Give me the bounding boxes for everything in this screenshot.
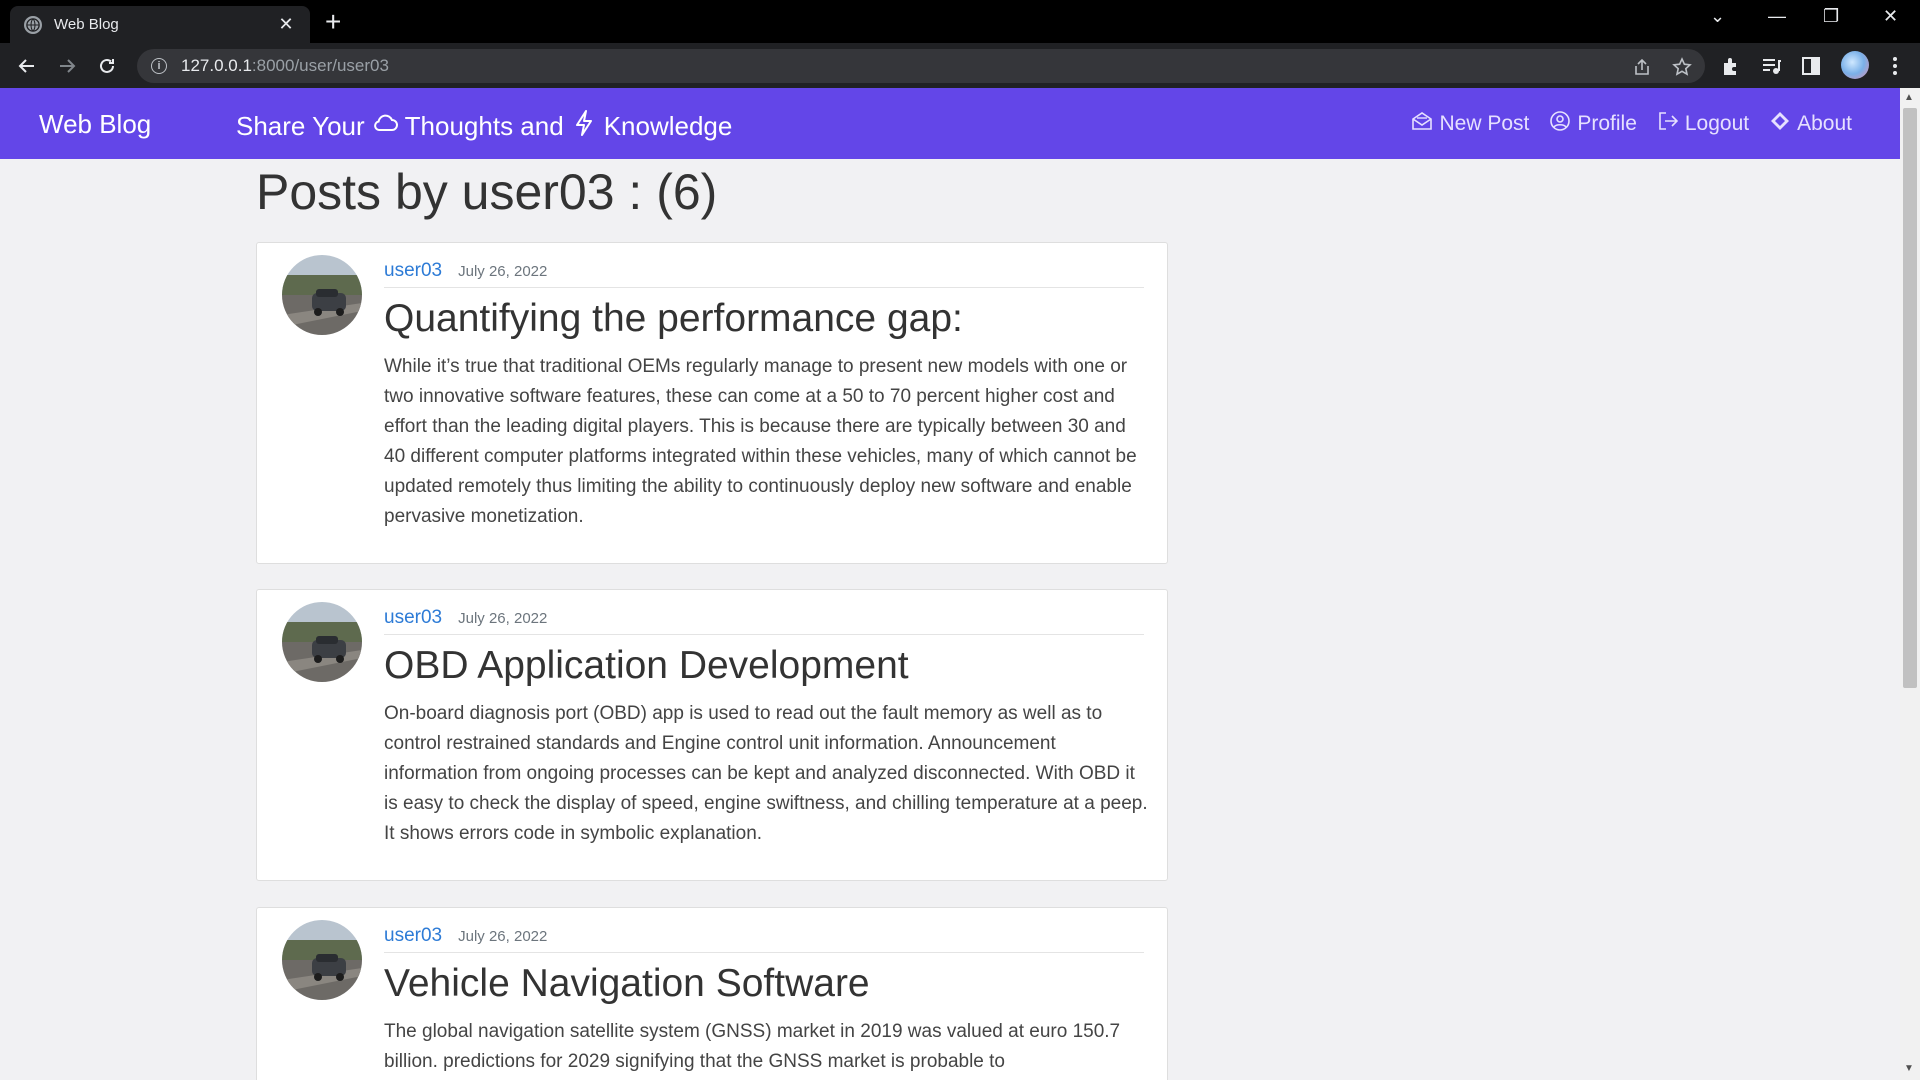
bookmark-star-icon[interactable] <box>1672 57 1692 82</box>
profile-link[interactable]: Profile <box>1549 110 1637 138</box>
browser-tab-strip: Web Blog ✕ + ⌄ — ❐ ✕ <box>0 0 1920 43</box>
tab-close-icon[interactable]: ✕ <box>276 14 296 35</box>
post-meta: user03 July 26, 2022 <box>384 607 1144 635</box>
browser-toolbar: i 127.0.0.1:8000/user/user03 <box>0 43 1920 88</box>
cloud-icon <box>371 109 399 144</box>
post-card: user03 July 26, 2022 OBD Application Dev… <box>256 589 1168 881</box>
nav-links: New Post Profile Logout About <box>1411 110 1852 138</box>
post-title-link[interactable]: OBD Application Development <box>384 644 909 688</box>
brand-link[interactable]: Web Blog <box>39 109 151 140</box>
page-scrollbar[interactable]: ▲ ▼ <box>1900 88 1920 1080</box>
globe-icon <box>24 15 42 34</box>
post-author-link[interactable]: user03 <box>384 607 442 629</box>
address-bar[interactable]: i 127.0.0.1:8000/user/user03 <box>137 49 1705 83</box>
about-link[interactable]: About <box>1769 110 1852 138</box>
post-date: July 26, 2022 <box>458 610 548 627</box>
media-control-icon[interactable] <box>1760 55 1782 82</box>
post-card: user03 July 26, 2022 Vehicle Navigation … <box>256 907 1168 1080</box>
logout-label: Logout <box>1684 112 1750 135</box>
site-info-icon[interactable]: i <box>151 58 167 74</box>
about-label: About <box>1797 112 1852 135</box>
scroll-down-icon[interactable]: ▼ <box>1904 1063 1914 1074</box>
post-body: The global navigation satellite system (… <box>384 1021 1121 1072</box>
forward-icon[interactable] <box>53 52 81 80</box>
new-post-link[interactable]: New Post <box>1411 110 1529 138</box>
browser-tab[interactable]: Web Blog ✕ <box>10 6 310 43</box>
page-title: Posts by user03 : (6) <box>256 164 718 220</box>
post-card: user03 July 26, 2022 Quantifying the per… <box>256 242 1168 564</box>
url-path: :8000/user/user03 <box>251 56 389 75</box>
profile-label: Profile <box>1577 112 1637 135</box>
post-meta: user03 July 26, 2022 <box>384 260 1144 288</box>
new-tab-icon[interactable]: + <box>325 8 341 36</box>
reload-icon[interactable] <box>93 52 121 80</box>
profile-avatar-icon[interactable] <box>1841 51 1869 79</box>
post-date: July 26, 2022 <box>458 263 548 280</box>
side-panel-icon[interactable] <box>1800 55 1822 82</box>
post-body: While it’s true that traditional OEMs re… <box>384 356 1137 527</box>
diamond-icon <box>1769 110 1791 138</box>
scroll-up-icon[interactable]: ▲ <box>1904 92 1914 103</box>
envelope-open-icon <box>1411 110 1433 138</box>
tagline-part3: Knowledge <box>603 111 733 141</box>
tab-search-icon[interactable]: ⌄ <box>1710 6 1725 27</box>
site-navbar: Web Blog Share Your Thoughts and Knowled… <box>0 88 1900 159</box>
window-close-icon[interactable]: ✕ <box>1883 6 1898 27</box>
author-avatar[interactable] <box>282 602 362 682</box>
new-post-label: New Post <box>1439 112 1530 135</box>
menu-kebab-icon[interactable] <box>1884 55 1906 82</box>
lightning-icon <box>570 109 598 144</box>
scroll-thumb[interactable] <box>1903 108 1917 688</box>
post-body: On-board diagnosis port (OBD) app is use… <box>384 703 1148 844</box>
logout-icon <box>1657 110 1679 138</box>
tab-title: Web Blog <box>54 16 119 33</box>
extensions-icon[interactable] <box>1720 55 1742 82</box>
user-circle-icon <box>1549 110 1571 138</box>
post-author-link[interactable]: user03 <box>384 260 442 282</box>
post-title-link[interactable]: Vehicle Navigation Software <box>384 962 870 1006</box>
share-icon[interactable] <box>1632 57 1652 82</box>
minimize-icon[interactable]: — <box>1768 6 1786 27</box>
logout-link[interactable]: Logout <box>1657 110 1749 138</box>
post-meta: user03 July 26, 2022 <box>384 925 1144 953</box>
author-avatar[interactable] <box>282 255 362 335</box>
tagline-part1: Share Your <box>236 111 365 141</box>
url-host: 127.0.0.1 <box>181 56 252 75</box>
tagline: Share Your Thoughts and Knowledge <box>236 109 732 144</box>
restore-icon[interactable]: ❐ <box>1823 6 1839 27</box>
back-icon[interactable] <box>13 52 41 80</box>
tagline-part2: Thoughts and <box>404 111 564 141</box>
post-author-link[interactable]: user03 <box>384 925 442 947</box>
post-title-link[interactable]: Quantifying the performance gap: <box>384 297 963 341</box>
author-avatar[interactable] <box>282 920 362 1000</box>
post-date: July 26, 2022 <box>458 928 548 945</box>
